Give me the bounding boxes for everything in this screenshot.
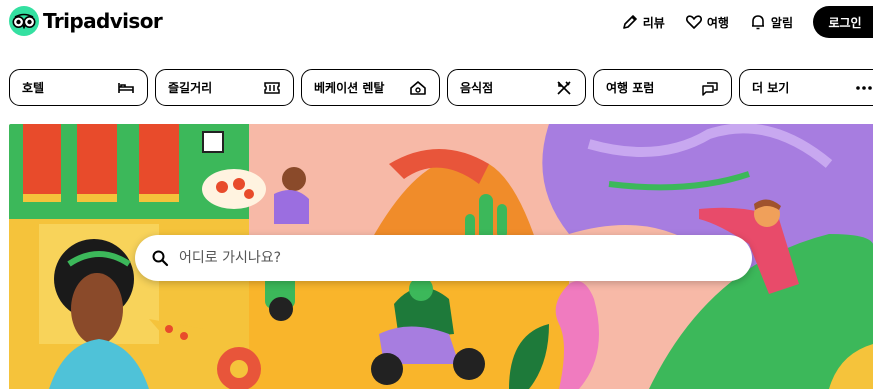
owl-logo-icon: [9, 6, 39, 36]
category-label: 호텔: [22, 81, 45, 95]
more-dots-icon: [856, 85, 872, 90]
category-row: 호텔 즐길거리 베케이션 렌탈 음식점 여행 포럼 더 보기: [9, 69, 873, 106]
category-label: 즐길거리: [168, 81, 213, 95]
heart-icon: [685, 15, 702, 29]
category-label: 여행 포럼: [606, 81, 655, 95]
search-input[interactable]: [179, 250, 699, 266]
nav-trips-label: 여행: [706, 15, 729, 30]
top-header: Tripadvisor 리뷰 여행 알림 로그인: [0, 0, 873, 45]
nav-review[interactable]: 리뷰: [621, 13, 665, 31]
nav-alerts-label: 알림: [770, 15, 793, 30]
category-things-to-do[interactable]: 즐길거리: [155, 69, 294, 106]
pencil-icon: [622, 15, 637, 29]
search-bar[interactable]: [135, 235, 752, 281]
house-icon: [410, 80, 426, 95]
category-vacation-rentals[interactable]: 베케이션 렌탈: [301, 69, 440, 106]
tripadvisor-logo[interactable]: Tripadvisor: [9, 6, 163, 36]
header-nav: 리뷰 여행 알림 로그인: [621, 6, 873, 38]
nav-review-label: 리뷰: [642, 15, 665, 30]
nav-trips[interactable]: 여행: [685, 13, 729, 31]
logo-wordmark: Tripadvisor: [43, 9, 163, 33]
category-travel-forums[interactable]: 여행 포럼: [593, 69, 732, 106]
bed-icon: [118, 82, 134, 93]
category-label: 더 보기: [752, 81, 790, 95]
login-button[interactable]: 로그인: [813, 6, 873, 38]
nav-alerts[interactable]: 알림: [749, 13, 793, 31]
category-label: 음식점: [460, 81, 494, 95]
category-hotels[interactable]: 호텔: [9, 69, 148, 106]
category-more[interactable]: 더 보기: [739, 69, 873, 106]
bell-icon: [751, 15, 764, 30]
ticket-icon: [264, 81, 280, 94]
chat-bubbles-icon: [702, 81, 718, 96]
utensils-icon: [557, 80, 571, 95]
category-restaurants[interactable]: 음식점: [447, 69, 586, 106]
category-label: 베케이션 렌탈: [314, 81, 385, 95]
search-icon: [152, 250, 169, 267]
